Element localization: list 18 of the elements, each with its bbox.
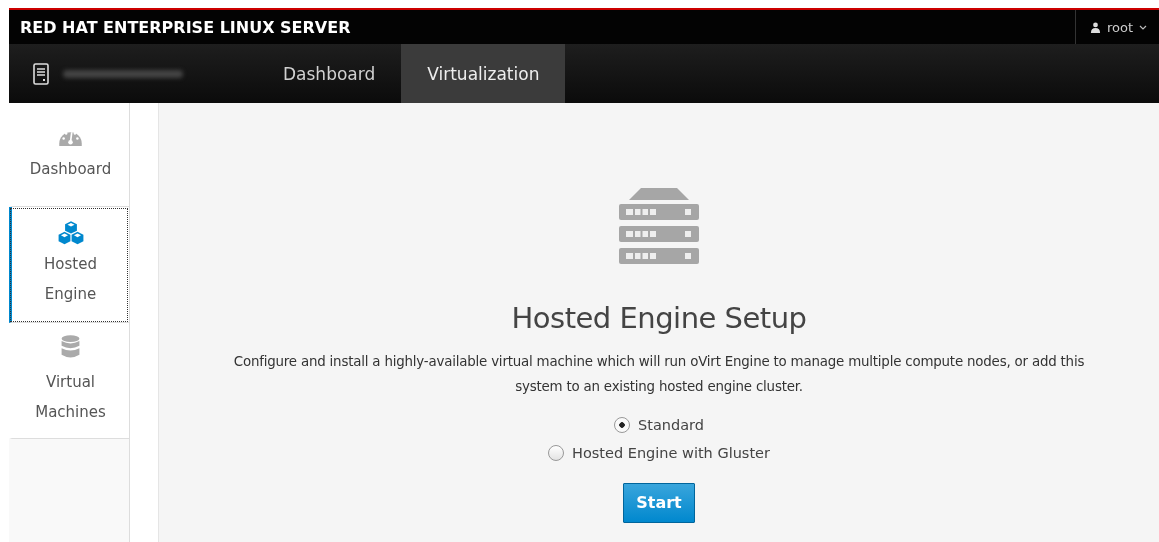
- radio-option[interactable]: Standard: [614, 417, 704, 433]
- radio-button[interactable]: [548, 445, 564, 461]
- setup-title: Hosted Engine Setup: [511, 301, 807, 335]
- database-icon: [61, 334, 80, 359]
- setup-description: Configure and install a highly-available virtual machine which will run oVirt Engine to manage multiple compute nodes, or add this system to an existing hosted engine cluster.: [232, 353, 1086, 396]
- sidebar-item[interactable]: Virtual Machines: [9, 323, 129, 439]
- sidebar-item[interactable]: Dashboard: [9, 103, 129, 207]
- caret-icon: [1139, 24, 1147, 30]
- server-icon: [33, 62, 49, 85]
- nav-tab[interactable]: Dashboard: [257, 44, 402, 103]
- nav-tab[interactable]: Virtualization: [401, 44, 566, 103]
- sidebar-item[interactable]: Hosted Engine: [9, 207, 129, 323]
- cubes-icon: [57, 220, 84, 245]
- server-rack-icon: [619, 187, 699, 267]
- brand-title: RED HAT ENTERPRISE LINUX SERVER: [19, 17, 351, 37]
- radio-button[interactable]: [614, 417, 630, 433]
- user-icon: [1089, 21, 1101, 33]
- radio-option[interactable]: Hosted Engine with Gluster: [548, 445, 770, 461]
